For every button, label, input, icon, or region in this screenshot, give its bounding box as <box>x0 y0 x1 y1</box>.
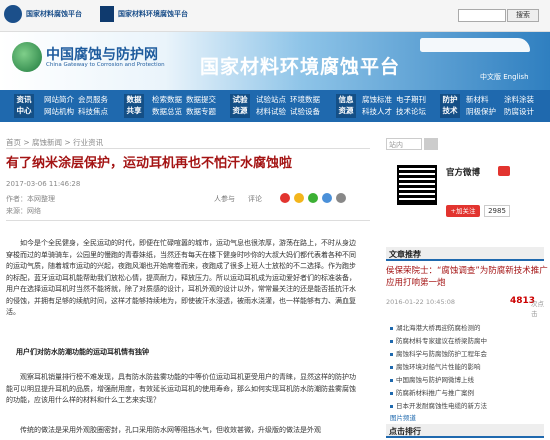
bullet-icon <box>390 391 393 395</box>
more-share-icon[interactable] <box>336 193 346 203</box>
list-item[interactable]: 防腐材料专家建议在桥梁防腐中 <box>390 335 487 345</box>
bullet-icon <box>390 326 393 330</box>
platform-logo-icon[interactable] <box>100 6 114 22</box>
list-item[interactable]: 防腐新材料推广与推广案例 <box>390 387 474 397</box>
bullet-icon <box>390 339 393 343</box>
platform-logo-text[interactable]: 国家材料环境腐蚀平台 <box>118 9 188 19</box>
wechat-share-icon[interactable] <box>308 193 318 203</box>
divider <box>6 148 370 149</box>
nav-head-info[interactable]: 信息资源 <box>336 94 356 118</box>
recommend-header: 文章推荐 <box>386 247 544 261</box>
top-search-button[interactable]: 搜索 <box>507 9 539 22</box>
top-search-input[interactable] <box>458 9 506 22</box>
language-switch[interactable]: 中文版 English <box>480 72 529 82</box>
article-source: 来源：网络 <box>6 207 41 215</box>
click-rank-header: 点击排行 <box>386 424 544 438</box>
weibo-share-icon[interactable] <box>280 193 290 203</box>
site-name[interactable]: 中国腐蚀与防护网 <box>46 44 158 64</box>
tqq-share-icon[interactable] <box>322 193 332 203</box>
side-search-input[interactable]: 站内 <box>386 138 422 150</box>
nav-item[interactable]: 数据专题 <box>186 106 216 117</box>
nav-item[interactable]: 网站简介 <box>44 94 74 105</box>
nstl-logo-icon[interactable] <box>4 5 22 23</box>
bullet-icon <box>390 365 393 369</box>
nav-item[interactable]: 阴极保护 <box>466 106 496 117</box>
breadcrumb[interactable]: 首页 > 腐蚀新闻 > 行业资讯 <box>6 137 103 148</box>
qr-code <box>397 165 437 205</box>
main-nav: 资讯中心 网站简介 网站机构 会员服务 科技焦点 数据共享 检索数据 数据总览 … <box>0 90 550 122</box>
recommend-date: 2016-01-22 10:45:08 <box>386 298 456 306</box>
nav-item[interactable]: 环境数据 <box>290 94 320 105</box>
nav-item[interactable]: 试验设备 <box>290 106 320 117</box>
list-item[interactable]: 日本开发耐腐蚀性电缆的新方法 <box>390 400 487 410</box>
bullet-icon <box>390 378 393 382</box>
share-count-label[interactable]: 人参与 <box>214 194 235 204</box>
nav-item[interactable]: 会员服务 <box>78 94 108 105</box>
list-item[interactable]: 腐蚀科学与防腐蚀防护工程年会 <box>390 348 487 358</box>
nav-item[interactable]: 腐蚀标准 <box>362 94 392 105</box>
nav-item[interactable]: 技术论坛 <box>396 106 426 117</box>
nav-head-protect[interactable]: 防护技术 <box>440 94 460 118</box>
article-title: 有了纳米涂层保护，运动耳机再也不怕汗水腐蚀啦 <box>6 156 293 171</box>
followers-count: 2985 <box>484 205 510 217</box>
weibo-icon <box>498 166 510 176</box>
list-item[interactable]: 湖北海港大桥再迎防腐检测的 <box>390 322 481 332</box>
nav-item[interactable]: 科技人才 <box>362 106 392 117</box>
article-paragraph: 如今是个全民健身，全民运动的时代，即便在忙碌喧嚣的城市，运动气息也很浓厚，游荡在… <box>6 239 356 316</box>
article-author: 作者：本网整理 <box>6 195 55 203</box>
banner-title: 国家材料环境腐蚀平台 <box>200 56 401 78</box>
list-item[interactable]: 中国腐蚀与防护网微博上线 <box>390 374 474 384</box>
nav-item[interactable]: 网站机构 <box>44 106 74 117</box>
nav-item[interactable]: 科技焦点 <box>78 106 108 117</box>
nav-head-news[interactable]: 资讯中心 <box>14 94 34 118</box>
comment-label[interactable]: 评论 <box>248 194 262 204</box>
nav-head-test[interactable]: 试验资源 <box>230 94 250 118</box>
nav-item[interactable]: 材料试验 <box>256 106 286 117</box>
nav-head-data[interactable]: 数据共享 <box>124 94 144 118</box>
bullet-icon <box>390 352 393 356</box>
nav-item[interactable]: 数据总览 <box>152 106 182 117</box>
nav-item[interactable]: 涂料涂装 <box>504 94 534 105</box>
list-item[interactable]: 腐蚀环境对船气片性能的影响 <box>390 361 481 371</box>
follow-button[interactable]: +加关注 <box>446 205 480 217</box>
nav-item[interactable]: 新材料 <box>466 94 489 105</box>
airplane-icon <box>420 38 530 52</box>
lang-cn[interactable]: 中文版 <box>480 73 501 81</box>
nav-item[interactable]: 防腐设计 <box>504 106 534 117</box>
qzone-share-icon[interactable] <box>294 193 304 203</box>
nav-item[interactable]: 试验站点 <box>256 94 286 105</box>
recommend-count-label: 次点击 <box>531 300 544 318</box>
recommend-title[interactable]: 侯保荣院士：“腐蚀调查”为防腐新技术推广应用打响第一炮 <box>386 266 548 289</box>
top-bar: 国家材料腐蚀平台 国家材料环境腐蚀平台 搜索 <box>0 0 550 32</box>
more-link[interactable]: 图片频道 <box>390 412 416 422</box>
side-search-button[interactable] <box>424 138 438 150</box>
nav-item[interactable]: 电子期刊 <box>396 94 426 105</box>
bullet-icon <box>390 404 393 408</box>
site-globe-icon[interactable] <box>12 42 42 72</box>
article-date: 2017-03-06 11:46:28 <box>6 180 81 188</box>
divider <box>6 220 370 221</box>
nav-item[interactable]: 检索数据 <box>152 94 182 105</box>
nav-item[interactable]: 数据提交 <box>186 94 216 105</box>
weibo-label[interactable]: 官方微博 <box>446 166 480 178</box>
site-name-en: China Gateway to Corrosion and Protectio… <box>46 62 165 68</box>
nstl-logo-text[interactable]: 国家材料腐蚀平台 <box>26 9 82 19</box>
article-paragraph: 传统的做法是采用外观胶圈密封，孔口采用防水网等阻挡水气，但收效甚微，升级版的做法… <box>20 426 321 434</box>
article-paragraph: 观察耳机销量排行榜不难发现，具有防水防盐雾功能的中等价位运动耳机更受用户的青睐，… <box>6 373 356 404</box>
lang-en[interactable]: English <box>503 73 528 81</box>
article-subheading: 用户们对防水防潮功能的运动耳机情有独钟 <box>16 348 149 356</box>
